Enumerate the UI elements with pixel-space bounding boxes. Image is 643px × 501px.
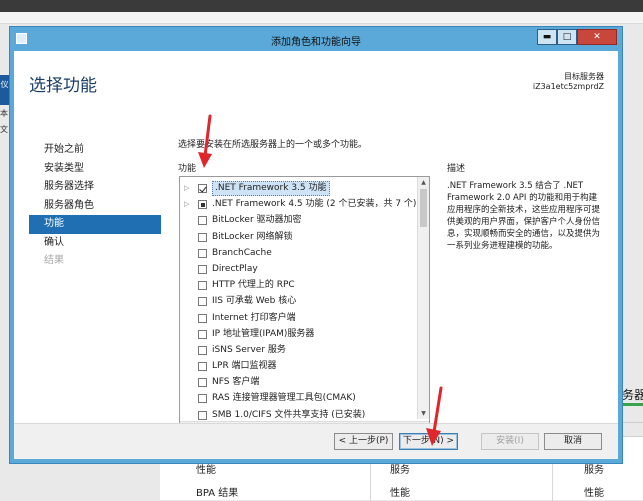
feature-label: NFS 客户端	[212, 377, 260, 388]
minimize-button[interactable]: ▬	[537, 29, 557, 45]
feature-label: LPR 端口监视器	[212, 361, 277, 372]
feature-item[interactable]: Internet 打印客户端	[180, 310, 418, 326]
feature-item[interactable]: HTTP 代理上的 RPC	[180, 277, 418, 293]
feature-label: HTTP 代理上的 RPC	[212, 280, 295, 291]
feature-checkbox[interactable]	[198, 248, 207, 258]
feature-item[interactable]: IIS 可承载 Web 核心	[180, 293, 418, 309]
feature-item[interactable]: BitLocker 网络解锁	[180, 229, 418, 245]
feature-checkbox[interactable]	[198, 394, 207, 404]
annotation-arrow-icon	[198, 114, 212, 168]
expand-arrow-icon[interactable]: ▷	[184, 180, 190, 196]
nav-item-server-roles[interactable]: 服务器角色	[29, 197, 161, 216]
scroll-up-arrow-icon[interactable]: ▲	[418, 177, 429, 188]
install-button: 安装(I)	[481, 433, 539, 450]
background-left-label-2: 本	[0, 109, 8, 118]
feature-checkbox[interactable]	[198, 200, 207, 210]
feature-label: .NET Framework 3.5 功能	[212, 181, 330, 196]
vertical-scrollbar[interactable]: ▲ ▼	[417, 177, 429, 419]
description-heading: 描述	[447, 164, 466, 174]
background-divider	[622, 422, 643, 423]
feature-label: IIS 可承载 Web 核心	[212, 296, 297, 307]
feature-checkbox[interactable]	[198, 297, 207, 307]
destination-server-name: iZ3a1etc5zmprdZ	[532, 82, 604, 91]
feature-checkbox[interactable]	[198, 410, 207, 420]
background-panel-label: 务器	[622, 388, 643, 402]
add-roles-wizard-window: 添加角色和功能向导 ▬ □ ✕ 选择功能 目标服务器 iZ3a1etc5zmpr…	[9, 26, 623, 464]
feature-checkbox[interactable]	[198, 329, 207, 339]
nav-item-features[interactable]: 功能	[29, 215, 161, 234]
expand-arrow-icon[interactable]: ▷	[184, 196, 190, 212]
page-title: 选择功能	[29, 76, 97, 96]
vertical-scroll-thumb[interactable]	[420, 189, 427, 227]
feature-item[interactable]: iSNS Server 服务	[180, 342, 418, 358]
nav-item-server-selection[interactable]: 服务器选择	[29, 178, 161, 197]
nav-item-confirmation[interactable]: 确认	[29, 234, 161, 253]
feature-item[interactable]: ▷ .NET Framework 3.5 功能	[180, 180, 418, 196]
background-status-bar	[622, 403, 643, 406]
feature-label: BitLocker 驱动器加密	[212, 215, 302, 226]
feature-item[interactable]: LPR 端口监视器	[180, 358, 418, 374]
cancel-button[interactable]: 取消	[544, 433, 602, 450]
background-top-bar	[0, 0, 643, 12]
background-left-label-3: 文	[0, 125, 8, 134]
title-bar[interactable]: 添加角色和功能向导 ▬ □ ✕	[10, 27, 622, 51]
maximize-button[interactable]: □	[557, 29, 577, 45]
nav-item-installation-type[interactable]: 安装类型	[29, 160, 161, 179]
feature-item[interactable]: BitLocker 驱动器加密	[180, 212, 418, 228]
wizard-client-area: 选择功能 目标服务器 iZ3a1etc5zmprdZ 开始之前 安装类型 服务器…	[14, 51, 618, 459]
feature-label: RAS 连接管理器管理工具包(CMAK)	[212, 393, 356, 404]
feature-label: iSNS Server 服务	[212, 344, 286, 355]
feature-checkbox[interactable]	[198, 281, 207, 291]
description-text: .NET Framework 3.5 结合了 .NET Framework 2.…	[447, 181, 601, 251]
background-toolbar-strip	[0, 12, 643, 24]
background-cell[interactable]: 性能	[390, 484, 410, 499]
feature-label: DirectPlay	[212, 263, 258, 274]
nav-item-results: 结果	[44, 255, 64, 266]
feature-item[interactable]: NFS 客户端	[180, 374, 418, 390]
feature-item[interactable]: IP 地址管理(IPAM)服务器	[180, 326, 418, 342]
window-title: 添加角色和功能向导	[271, 37, 361, 48]
feature-checkbox[interactable]	[198, 378, 207, 388]
feature-item[interactable]: RAS 连接管理器管理工具包(CMAK)	[180, 390, 418, 406]
feature-item[interactable]: DirectPlay	[180, 261, 418, 277]
feature-label: BranchCache	[212, 247, 272, 258]
feature-checkbox[interactable]	[198, 216, 207, 226]
background-cell[interactable]: 性能	[584, 484, 604, 499]
feature-label: BitLocker 网络解锁	[212, 231, 293, 242]
nav-item-before-you-begin[interactable]: 开始之前	[29, 141, 161, 160]
feature-label: .NET Framework 4.5 功能 (2 个已安装，共 7 个)	[212, 199, 417, 210]
annotation-arrow-icon	[426, 386, 443, 446]
feature-checkbox[interactable]	[198, 232, 207, 242]
wizard-button-bar: < 上一步(P) 下一步(N) > 安装(I) 取消	[14, 423, 618, 459]
feature-checkbox[interactable]	[198, 313, 207, 323]
feature-checkbox[interactable]	[198, 264, 207, 274]
feature-label: Internet 打印客户端	[212, 312, 296, 323]
feature-item[interactable]: ▷ .NET Framework 4.5 功能 (2 个已安装，共 7 个)	[180, 196, 418, 212]
feature-checkbox[interactable]	[198, 345, 207, 355]
features-list[interactable]: ▷ .NET Framework 3.5 功能 ▷ .NET Framework 4.…	[179, 176, 430, 434]
background-sidebar-item[interactable]: 仪	[0, 75, 9, 105]
feature-label: IP 地址管理(IPAM)服务器	[212, 328, 315, 339]
background-cell[interactable]: BPA 结果	[196, 484, 238, 499]
features-list-items: ▷ .NET Framework 3.5 功能 ▷ .NET Framework 4.…	[180, 180, 418, 423]
background-left-label-1: 仪	[0, 80, 9, 89]
feature-checkbox[interactable]	[198, 362, 207, 372]
feature-checkbox[interactable]	[198, 184, 207, 193]
destination-server-label: 目标服务器	[564, 72, 604, 81]
wizard-nav: 开始之前 安装类型 服务器选择 服务器角色 功能 确认 结果	[29, 141, 161, 271]
previous-button[interactable]: < 上一步(P)	[334, 433, 393, 450]
feature-item[interactable]: BranchCache	[180, 245, 418, 261]
close-button[interactable]: ✕	[577, 29, 617, 45]
features-heading: 功能	[178, 164, 197, 174]
